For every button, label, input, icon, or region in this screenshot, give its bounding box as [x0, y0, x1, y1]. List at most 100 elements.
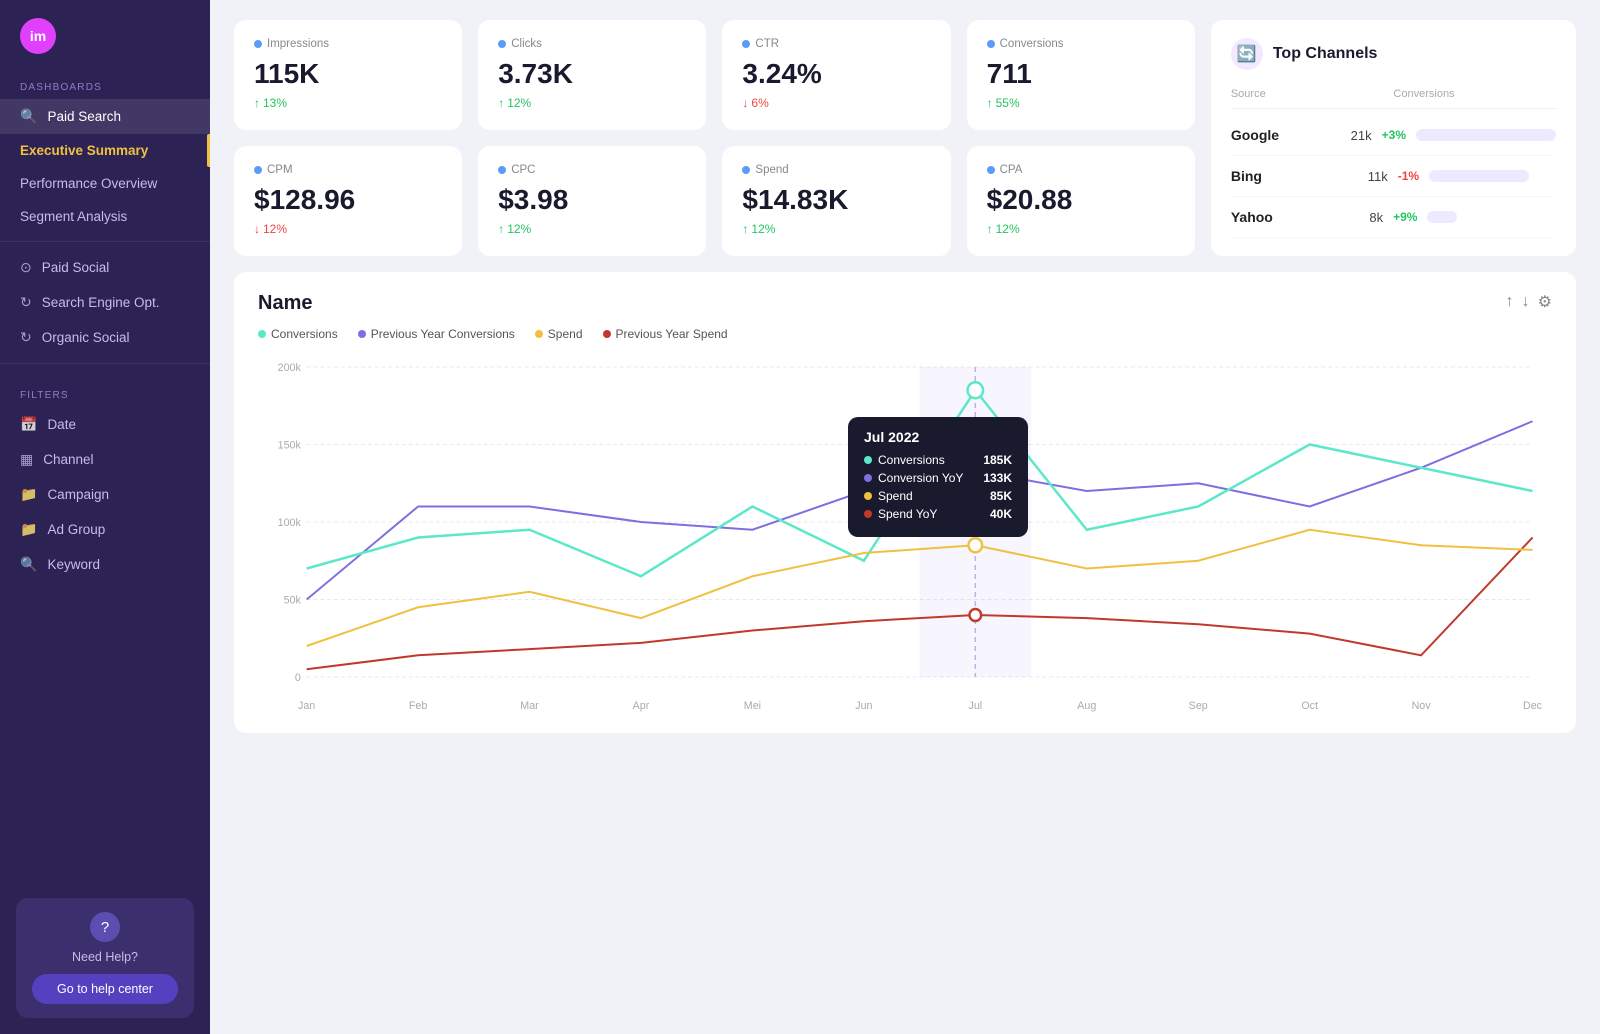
metric-value-spend: $14.83K — [742, 184, 930, 216]
sidebar-item-channel[interactable]: ▦ Channel — [0, 442, 210, 477]
tooltip-title: Jul 2022 — [864, 429, 1012, 445]
channel-bar-wrap — [1427, 211, 1556, 223]
logo-icon: im — [20, 18, 56, 54]
tooltip-row: Conversion YoY 133K — [864, 471, 1012, 485]
upload-button[interactable]: ↑ — [1506, 292, 1514, 312]
sidebar-item-label: Organic Social — [42, 330, 130, 345]
channel-rows: Google 21k +3% Bing 11k -1% Yahoo 8k +9% — [1231, 115, 1556, 238]
top-channels-header: 🔄 Top Channels — [1231, 38, 1556, 70]
metric-label-cpa: CPA — [987, 164, 1175, 176]
filters-label: FILTERS — [0, 372, 210, 407]
metric-value-cpc: $3.98 — [498, 184, 686, 216]
channel-row: Bing 11k -1% — [1231, 156, 1556, 197]
metric-label-spend: Spend — [742, 164, 930, 176]
sidebar-item-label: Paid Search — [47, 109, 121, 124]
svg-text:Aug: Aug — [1077, 700, 1096, 712]
metric-change-cpm: ↓ 12% — [254, 222, 442, 236]
sidebar-item-campaign[interactable]: 📁 Campaign — [0, 477, 210, 512]
channel-pct: +9% — [1393, 210, 1417, 224]
svg-text:Dec: Dec — [1523, 700, 1543, 712]
chart-actions: ↑ ↓ ⚙ — [1506, 292, 1552, 312]
channel-pct: +3% — [1382, 128, 1406, 142]
metric-card-cpc: CPC $3.98 ↑ 12% — [478, 146, 706, 256]
sidebar-bottom: ? Need Help? Go to help center — [0, 882, 210, 1034]
settings-button[interactable]: ⚙ — [1538, 292, 1552, 312]
sidebar-item-label: Campaign — [47, 487, 109, 502]
svg-text:Oct: Oct — [1301, 700, 1318, 712]
metric-card-cpm: CPM $128.96 ↓ 12% — [234, 146, 462, 256]
metric-value-cpa: $20.88 — [987, 184, 1175, 216]
dashboards-label: DASHBOARDS — [0, 64, 210, 99]
metric-label-conversions: Conversions — [987, 38, 1175, 50]
sidebar-item-date[interactable]: 📅 Date — [0, 407, 210, 442]
sidebar-item-label: Channel — [43, 452, 93, 467]
tooltip-label: Conversion YoY — [864, 471, 963, 485]
sidebar-item-ad-group[interactable]: 📁 Ad Group — [0, 512, 210, 547]
conversions-col-label: Conversions — [1393, 88, 1556, 100]
metric-change-cpc: ↑ 12% — [498, 222, 686, 236]
sidebar-item-organic-social[interactable]: ↻ Organic Social — [0, 320, 210, 355]
metric-change-spend: ↑ 12% — [742, 222, 930, 236]
sidebar-item-executive-summary[interactable]: Executive Summary — [0, 134, 210, 167]
sidebar-item-label: Performance Overview — [20, 176, 157, 191]
sidebar-item-search-engine-opt[interactable]: ↻ Search Engine Opt. — [0, 285, 210, 320]
metrics-row-2: CPM $128.96 ↓ 12% CPC $3.98 ↑ 12% Spend … — [234, 146, 1195, 256]
channel-bar-wrap — [1416, 129, 1556, 141]
metric-card-cpa: CPA $20.88 ↑ 12% — [967, 146, 1195, 256]
channel-icon: ▦ — [20, 451, 33, 468]
chart-tooltip: Jul 2022 Conversions 185K Conversion YoY… — [848, 417, 1028, 537]
channel-value: 8k — [1369, 210, 1383, 225]
download-button[interactable]: ↓ — [1522, 292, 1530, 312]
sidebar-item-performance-overview[interactable]: Performance Overview — [0, 167, 210, 200]
legend-label: Conversions — [271, 327, 338, 341]
metric-card-conversions: Conversions 711 ↑ 55% — [967, 20, 1195, 130]
tooltip-label: Spend YoY — [864, 507, 937, 521]
tooltip-row: Spend YoY 40K — [864, 507, 1012, 521]
search-icon: 🔍 — [20, 108, 37, 125]
metric-value-clicks: 3.73K — [498, 58, 686, 90]
svg-text:Mar: Mar — [520, 700, 539, 712]
metric-value-conversions: 711 — [987, 58, 1175, 90]
sidebar-item-label: Keyword — [47, 557, 100, 572]
metric-change-cpa: ↑ 12% — [987, 222, 1175, 236]
legend-item: Conversions — [258, 327, 338, 341]
channel-value: 11k — [1368, 169, 1388, 184]
channel-bar — [1429, 170, 1529, 182]
sidebar-item-segment-analysis[interactable]: Segment Analysis — [0, 200, 210, 233]
tooltip-value: 133K — [983, 471, 1012, 485]
tooltip-label: Spend — [864, 489, 913, 503]
metric-value-ctr: 3.24% — [742, 58, 930, 90]
help-button[interactable]: Go to help center — [32, 974, 178, 1004]
channel-name: Bing — [1231, 168, 1358, 184]
source-col-label: Source — [1231, 88, 1384, 100]
sidebar-item-paid-search[interactable]: 🔍 Paid Search — [0, 99, 210, 134]
social-icon: ↻ — [20, 329, 32, 346]
metric-card-spend: Spend $14.83K ↑ 12% — [722, 146, 950, 256]
svg-text:50k: 50k — [284, 594, 302, 606]
logo: im — [0, 0, 210, 64]
tooltip-rows: Conversions 185K Conversion YoY 133K Spe… — [864, 453, 1012, 521]
svg-text:Jul: Jul — [968, 700, 982, 712]
tooltip-value: 185K — [983, 453, 1012, 467]
svg-text:100k: 100k — [278, 517, 302, 529]
svg-text:Jun: Jun — [855, 700, 872, 712]
chart-legend: Conversions Previous Year Conversions Sp… — [258, 327, 1552, 341]
sidebar-item-label: Segment Analysis — [20, 209, 127, 224]
tooltip-row: Conversions 185K — [864, 453, 1012, 467]
channel-row: Yahoo 8k +9% — [1231, 197, 1556, 238]
metric-change-clicks: ↑ 12% — [498, 96, 686, 110]
channel-row: Google 21k +3% — [1231, 115, 1556, 156]
svg-text:Sep: Sep — [1189, 700, 1208, 712]
metric-label-ctr: CTR — [742, 38, 930, 50]
chart-card: Name ↑ ↓ ⚙ Conversions Previous Year Con… — [234, 272, 1576, 733]
sidebar-item-paid-social[interactable]: ⊙ Paid Social — [0, 250, 210, 285]
metrics-layout: Impressions 115K ↑ 13% Clicks 3.73K ↑ 12… — [234, 20, 1576, 256]
circle-icon: ⊙ — [20, 259, 32, 276]
channel-value: 21k — [1351, 128, 1372, 143]
legend-label: Spend — [548, 327, 583, 341]
metric-label-clicks: Clicks — [498, 38, 686, 50]
sidebar-item-keyword[interactable]: 🔍 Keyword — [0, 547, 210, 582]
metrics-row-1: Impressions 115K ↑ 13% Clicks 3.73K ↑ 12… — [234, 20, 1195, 130]
svg-text:Mei: Mei — [744, 700, 761, 712]
top-channels-title: Top Channels — [1273, 45, 1378, 63]
